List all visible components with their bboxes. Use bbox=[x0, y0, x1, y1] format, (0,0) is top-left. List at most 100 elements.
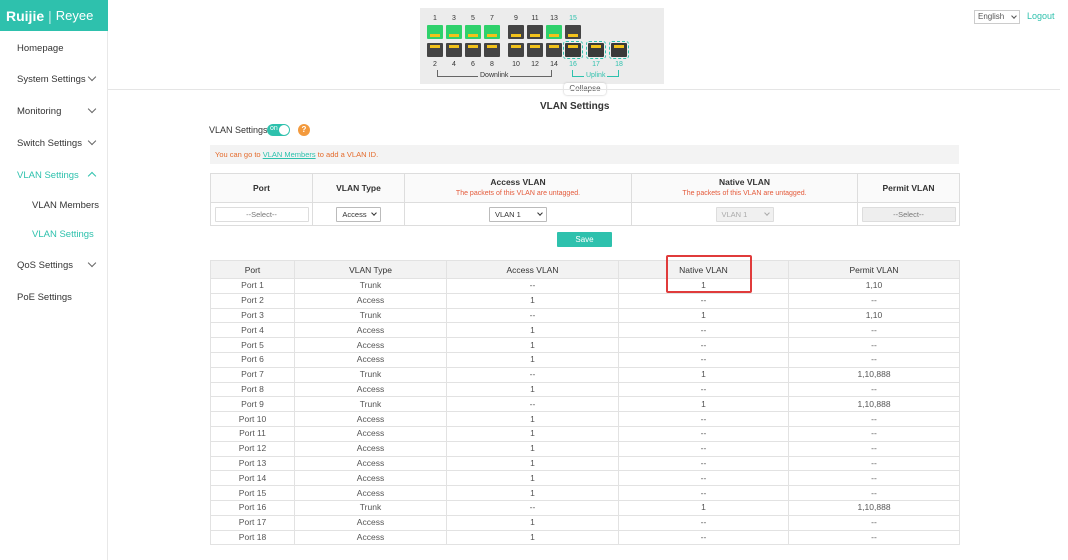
cell-access-vlan: -- bbox=[446, 307, 619, 324]
cell-port: Port 18 bbox=[210, 529, 295, 546]
cell-permit-vlan: 1,10 bbox=[788, 307, 960, 324]
switch-port-icon[interactable] bbox=[609, 41, 629, 59]
cell-port: Port 6 bbox=[210, 351, 295, 368]
port-number-label: 4 bbox=[452, 61, 456, 68]
table-row: Port 11 Access 1 -- -- bbox=[210, 425, 960, 442]
cell-vlan-type: Access bbox=[294, 351, 447, 368]
switch-port-icon[interactable] bbox=[446, 43, 462, 57]
cell-vlan-type: Access bbox=[294, 292, 447, 309]
sidebar-item-system-settings[interactable]: System Settings bbox=[0, 67, 108, 91]
cell-port: Port 15 bbox=[210, 485, 295, 501]
port-select[interactable]: --Select-- bbox=[214, 206, 309, 222]
cell-permit-vlan: 1,10,888 bbox=[788, 499, 960, 516]
vlan-type-select[interactable]: Access bbox=[336, 206, 381, 222]
header-text: Native VLAN bbox=[718, 177, 770, 187]
sidebar-item-switch-settings[interactable]: Switch Settings bbox=[0, 131, 108, 155]
cell-port: Port 5 bbox=[210, 337, 295, 353]
table-header-vlan-type: VLAN Type bbox=[294, 260, 447, 279]
notice-banner: You can go to VLAN Members to add a VLAN… bbox=[210, 145, 959, 164]
switch-port-icon[interactable] bbox=[546, 25, 562, 39]
cell-vlan-type: Access bbox=[294, 470, 447, 487]
chevron-down-icon bbox=[87, 104, 97, 114]
cell-permit-vlan: -- bbox=[788, 322, 960, 339]
form-cell-access-vlan: VLAN 1 bbox=[404, 202, 632, 226]
cell-access-vlan: 1 bbox=[446, 381, 619, 398]
switch-port-icon[interactable] bbox=[446, 25, 462, 39]
cell-port: Port 12 bbox=[210, 440, 295, 457]
cell-native-vlan: -- bbox=[618, 440, 789, 457]
cell-native-vlan: -- bbox=[618, 470, 789, 487]
cell-port: Port 8 bbox=[210, 381, 295, 398]
sidebar-subitem-vlan-settings[interactable]: VLAN Settings bbox=[0, 222, 108, 246]
cell-native-vlan: -- bbox=[618, 292, 789, 309]
sidebar-item-homepage[interactable]: Homepage bbox=[0, 36, 108, 60]
cell-access-vlan: 1 bbox=[446, 440, 619, 457]
vlan-settings-toggle[interactable]: on bbox=[267, 124, 290, 136]
logout-link[interactable]: Logout bbox=[1027, 11, 1055, 21]
sidebar-item-label: VLAN Members bbox=[32, 199, 100, 211]
switch-port-icon[interactable] bbox=[527, 25, 543, 39]
cell-port: Port 16 bbox=[210, 499, 295, 516]
switch-port-icon[interactable] bbox=[508, 43, 524, 57]
switch-port-icon[interactable] bbox=[427, 43, 443, 57]
switch-port-icon[interactable] bbox=[586, 41, 606, 59]
switch-port-icon[interactable] bbox=[465, 43, 481, 57]
cell-port: Port 7 bbox=[210, 366, 295, 383]
switch-port-icon[interactable] bbox=[484, 43, 500, 57]
switch-port-icon[interactable] bbox=[565, 25, 581, 39]
table-header-access-vlan: Access VLAN bbox=[446, 260, 619, 279]
language-select[interactable]: English bbox=[974, 10, 1020, 24]
vlan-config-form: Port VLAN Type Access VLAN The packets of… bbox=[210, 173, 960, 226]
form-cell-permit-vlan: --Select-- bbox=[857, 202, 960, 226]
vlan-members-link[interactable]: VLAN Members bbox=[263, 150, 316, 159]
cell-permit-vlan: 1,10,888 bbox=[788, 396, 960, 413]
cell-permit-vlan: -- bbox=[788, 381, 960, 398]
header-text: Access VLAN bbox=[490, 177, 546, 187]
sidebar-item-label: PoE Settings bbox=[17, 291, 72, 303]
permit-vlan-select[interactable]: --Select-- bbox=[861, 206, 956, 222]
cell-native-vlan: 1 bbox=[618, 278, 789, 294]
chevron-down-icon bbox=[1011, 13, 1017, 19]
cell-vlan-type: Access bbox=[294, 485, 447, 501]
cell-vlan-type: Access bbox=[294, 337, 447, 353]
switch-port-icon[interactable] bbox=[465, 25, 481, 39]
switch-port-icon[interactable] bbox=[527, 43, 543, 57]
cell-vlan-type: Trunk bbox=[294, 278, 447, 294]
switch-port-icon[interactable] bbox=[484, 25, 500, 39]
form-cell-port: --Select-- bbox=[210, 202, 313, 226]
vlan-port-table: Port VLAN Type Access VLAN Native VLAN P… bbox=[210, 260, 960, 546]
cell-permit-vlan: -- bbox=[788, 425, 960, 442]
port-number-label: 11 bbox=[531, 15, 539, 22]
form-header-port: Port bbox=[210, 173, 313, 203]
save-button[interactable]: Save bbox=[557, 232, 612, 247]
help-icon[interactable]: ? bbox=[298, 124, 310, 136]
form-header-vlan-type: VLAN Type bbox=[312, 173, 405, 203]
switch-port-icon[interactable] bbox=[508, 25, 524, 39]
chevron-up-icon bbox=[87, 171, 97, 181]
switch-port-icon[interactable] bbox=[546, 43, 562, 57]
sidebar-item-vlan-settings[interactable]: VLAN Settings bbox=[0, 163, 108, 187]
table-header-port: Port bbox=[210, 260, 295, 279]
cell-access-vlan: -- bbox=[446, 366, 619, 383]
table-row: Port 9 Trunk -- 1 1,10,888 bbox=[210, 396, 960, 413]
sidebar-item-label: Homepage bbox=[17, 42, 64, 54]
sidebar-item-poe-settings[interactable]: PoE Settings bbox=[0, 285, 108, 309]
cell-native-vlan: 1 bbox=[618, 396, 789, 413]
cell-port: Port 10 bbox=[210, 411, 295, 427]
sidebar-item-label: VLAN Settings bbox=[17, 169, 79, 181]
cell-access-vlan: 1 bbox=[446, 425, 619, 442]
chevron-down-icon bbox=[763, 209, 770, 216]
access-vlan-select[interactable]: VLAN 1 bbox=[489, 206, 547, 222]
switch-port-icon[interactable] bbox=[563, 41, 583, 59]
sidebar-item-label: VLAN Settings bbox=[32, 228, 94, 240]
table-row: Port 17 Access 1 -- -- bbox=[210, 514, 960, 531]
cell-port: Port 11 bbox=[210, 425, 295, 442]
table-row: Port 8 Access 1 -- -- bbox=[210, 381, 960, 398]
port-number-label: 7 bbox=[490, 15, 494, 22]
sidebar-subitem-vlan-members[interactable]: VLAN Members bbox=[0, 193, 108, 217]
switch-port-icon[interactable] bbox=[427, 25, 443, 39]
form-cell-vlan-type: Access bbox=[312, 202, 405, 226]
port-number-label: 17 bbox=[592, 61, 600, 68]
sidebar-item-qos-settings[interactable]: QoS Settings bbox=[0, 253, 108, 277]
sidebar-item-monitoring[interactable]: Monitoring bbox=[0, 99, 108, 123]
